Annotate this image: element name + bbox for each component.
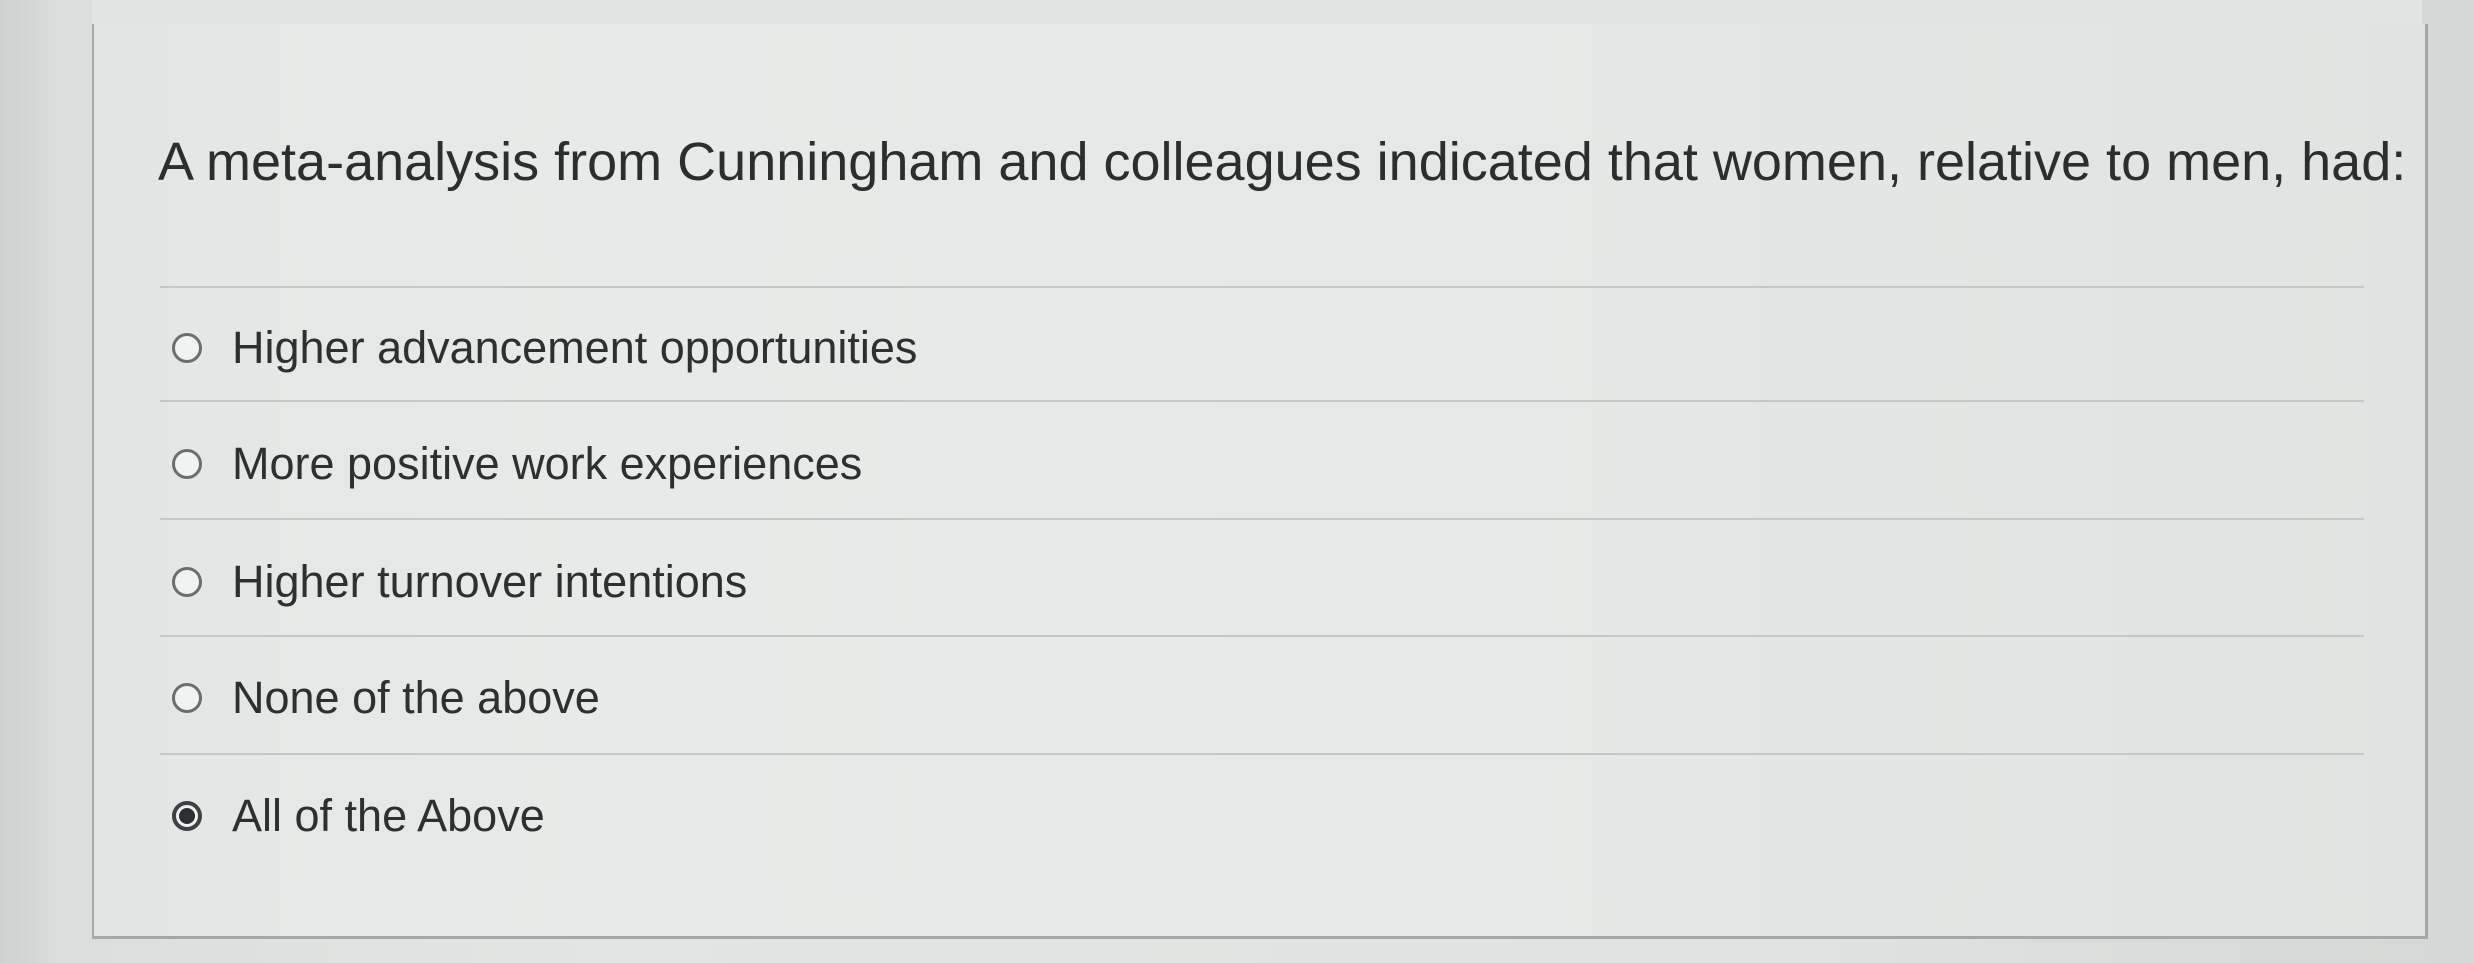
- question-text: A meta-analysis from Cunningham and coll…: [158, 132, 2407, 192]
- answer-option-3[interactable]: Higher turnover intentions: [172, 542, 2352, 622]
- radio-button-1[interactable]: [172, 333, 202, 363]
- answer-divider-4: [160, 753, 2364, 755]
- answer-option-1[interactable]: Higher advancement opportunities: [172, 308, 2352, 388]
- question-card: A meta-analysis from Cunningham and coll…: [92, 24, 2428, 939]
- previous-card-edge: [92, 0, 2422, 26]
- radio-button-5-selected[interactable]: [172, 801, 202, 831]
- question-divider: [160, 286, 2364, 288]
- answer-label-2: More positive work experiences: [232, 438, 863, 489]
- radio-button-4[interactable]: [172, 683, 202, 713]
- answer-label-4: None of the above: [232, 672, 600, 723]
- answer-divider-2: [160, 518, 2364, 520]
- answer-option-2[interactable]: More positive work experiences: [172, 424, 2352, 504]
- answer-option-4[interactable]: None of the above: [172, 658, 2352, 738]
- radio-button-2[interactable]: [172, 449, 202, 479]
- answer-label-1: Higher advancement opportunities: [232, 322, 918, 373]
- radio-button-3[interactable]: [172, 567, 202, 597]
- answer-divider-1: [160, 400, 2364, 402]
- answer-option-5[interactable]: All of the Above: [172, 776, 2352, 856]
- answer-label-5: All of the Above: [232, 790, 545, 841]
- answer-divider-3: [160, 635, 2364, 637]
- answer-label-3: Higher turnover intentions: [232, 556, 748, 607]
